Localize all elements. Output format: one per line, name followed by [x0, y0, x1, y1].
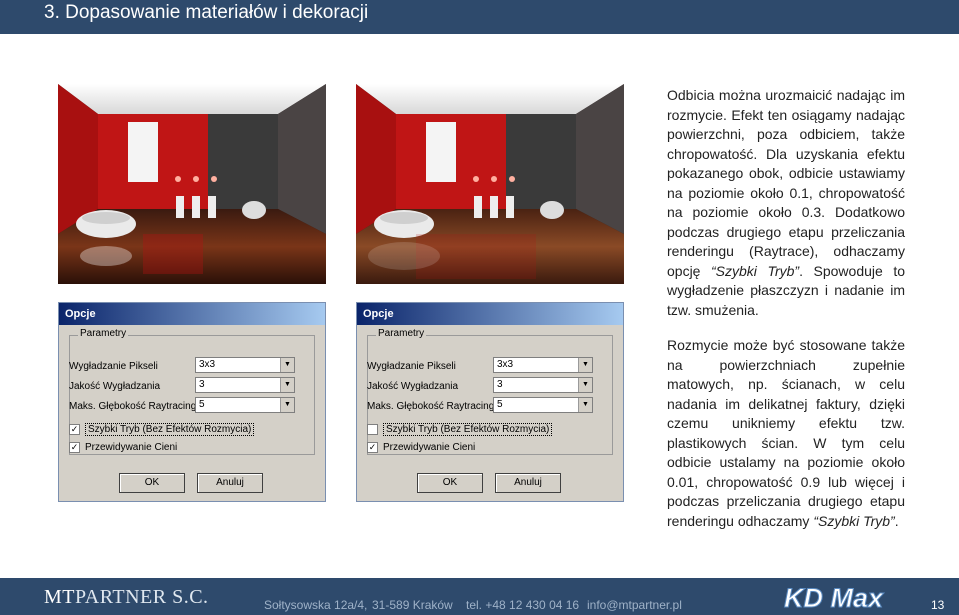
shadow-prediction-label: Przewidywanie Cieni [383, 442, 476, 453]
checkbox-box[interactable]: ✓ [69, 424, 80, 435]
parameters-group: Parametry [367, 328, 613, 455]
fast-mode-label: Szybki Tryb (Bez Efektów Rozmycia) [383, 423, 553, 436]
options-dialog-left: Opcje Parametry Wygładzanie Pikseli 3x3 … [58, 302, 326, 502]
shadow-prediction-checkbox[interactable]: ✓ Przewidywanie Cieni [367, 442, 475, 453]
footer-phone: tel. +48 12 430 04 16 [466, 598, 580, 612]
cancel-button[interactable]: Anuluj [197, 473, 263, 493]
chevron-down-icon[interactable]: ▼ [578, 358, 592, 372]
chevron-down-icon[interactable]: ▼ [578, 398, 592, 412]
footer-address: Sołtysowska 12a/4, [264, 598, 368, 612]
fast-mode-checkbox[interactable]: Szybki Tryb (Bez Efektów Rozmycia) [367, 423, 553, 436]
options-dialog-right: Opcje Parametry Wygładzanie Pikseli 3x3 … [356, 302, 624, 502]
kdmax-logo: KD Max [784, 583, 885, 613]
antialiasing-quality-select[interactable]: 3 ▼ [493, 377, 593, 393]
pixel-antialiasing-select[interactable]: 3x3 ▼ [195, 357, 295, 373]
page-number: 13 [931, 598, 945, 612]
render-image-sharp [58, 84, 326, 284]
footer-city: 31-589 Kraków [372, 598, 453, 612]
antialiasing-quality-select[interactable]: 3 ▼ [195, 377, 295, 393]
shadow-prediction-checkbox[interactable]: ✓ Przewidywanie Cieni [69, 442, 177, 453]
paragraph-reflection-blur: Odbicia można urozmaicić nadając im rozm… [667, 87, 905, 318]
render-image-blurred [356, 84, 624, 284]
checkbox-box[interactable]: ✓ [69, 442, 80, 453]
bathroom-render-sharp [58, 84, 326, 284]
bathroom-render-blurred [356, 84, 624, 284]
shadow-prediction-label: Przewidywanie Cieni [85, 442, 178, 453]
ok-button[interactable]: OK [417, 473, 483, 493]
checkbox-box[interactable] [367, 424, 378, 435]
dialog-title: Opcje [59, 303, 325, 325]
raytracing-depth-select[interactable]: 5 ▼ [195, 397, 295, 413]
chevron-down-icon[interactable]: ▼ [280, 358, 294, 372]
page-title: 3. Dopasowanie materiałów i dekoracji [44, 2, 369, 23]
paragraph-matte-blur: Rozmycie może być stosowane także na pow… [667, 337, 905, 529]
dialog-title: Opcje [357, 303, 623, 325]
pixel-antialiasing-label: Wygładzanie Pikseli [367, 361, 456, 372]
fast-mode-label: Szybki Tryb (Bez Efektów Rozmycia) [85, 423, 255, 436]
page-footer: MTPARTNER S.C. Sołtysowska 12a/4, 31-589… [0, 578, 959, 615]
fast-mode-checkbox[interactable]: ✓ Szybki Tryb (Bez Efektów Rozmycia) [69, 423, 255, 436]
pixel-antialiasing-select[interactable]: 3x3 ▼ [493, 357, 593, 373]
pixel-antialiasing-label: Wygładzanie Pikseli [69, 361, 158, 372]
ok-button[interactable]: OK [119, 473, 185, 493]
svg-text:KD Max: KD Max [784, 583, 884, 612]
antialiasing-quality-label: Jakość Wygładzania [367, 381, 459, 392]
raytracing-depth-select[interactable]: 5 ▼ [493, 397, 593, 413]
chevron-down-icon[interactable]: ▼ [578, 378, 592, 392]
chevron-down-icon[interactable]: ▼ [280, 398, 294, 412]
antialiasing-quality-label: Jakość Wygładzania [69, 381, 161, 392]
parameters-group: Parametry [69, 328, 315, 455]
page-header: 3. Dopasowanie materiałów i dekoracji [0, 0, 959, 34]
checkbox-box[interactable]: ✓ [367, 442, 378, 453]
group-label: Parametry [78, 328, 129, 339]
cancel-button[interactable]: Anuluj [495, 473, 561, 493]
chevron-down-icon[interactable]: ▼ [280, 378, 294, 392]
raytracing-depth-label: Maks. Głębokość Raytracingu [367, 401, 500, 412]
raytracing-depth-label: Maks. Głębokość Raytracingu [69, 401, 202, 412]
brand-logo: MTPARTNER S.C. [44, 586, 209, 608]
footer-email: info@mtpartner.pl [587, 598, 682, 612]
group-label: Parametry [376, 328, 427, 339]
